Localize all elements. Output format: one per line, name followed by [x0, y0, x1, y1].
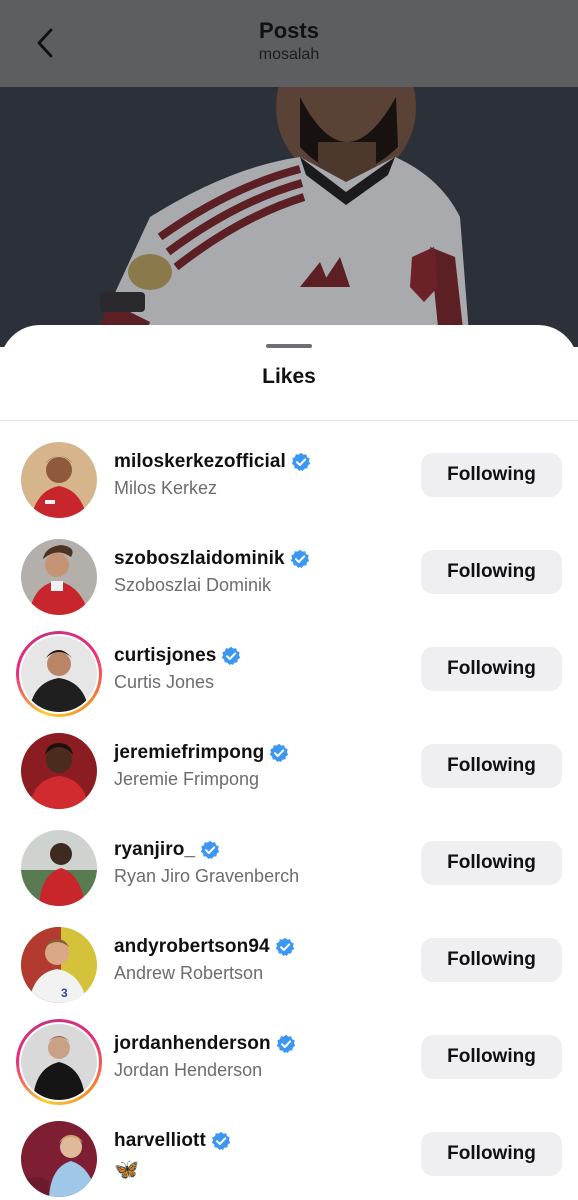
full-name: Szoboszlai Dominik	[114, 575, 272, 595]
avatar-with-story[interactable]	[16, 631, 102, 717]
full-name: Jeremie Frimpong	[114, 769, 260, 789]
avatar[interactable]	[16, 437, 102, 523]
following-button[interactable]: Following	[421, 453, 562, 497]
avatar[interactable]	[16, 534, 102, 620]
username[interactable]: ryanjiro_	[114, 839, 195, 861]
likes-list: miloskerkezofficial Milos Kerkez Followi…	[0, 437, 578, 1200]
username[interactable]: jeremiefrimpong	[114, 742, 264, 764]
full-name: Milos Kerkez	[114, 478, 218, 498]
list-item[interactable]: harvelliott 🦋 Following	[0, 1116, 578, 1200]
list-item[interactable]: jeremiefrimpong Jeremie Frimpong Followi…	[0, 728, 578, 825]
verified-badge-icon	[200, 840, 220, 859]
following-button[interactable]: Following	[421, 938, 562, 982]
username[interactable]: szoboszlaidominik	[114, 548, 285, 570]
following-button[interactable]: Following	[421, 550, 562, 594]
svg-text:3: 3	[61, 986, 68, 1000]
list-item[interactable]: 3 andyrobertson94 Andrew Robertson Follo…	[0, 922, 578, 1019]
verified-badge-icon	[270, 743, 289, 762]
username[interactable]: curtisjones	[114, 645, 216, 667]
divider	[0, 420, 578, 421]
sheet-grabber[interactable]	[266, 344, 312, 348]
verified-badge-icon	[211, 1131, 231, 1150]
list-item[interactable]: curtisjones Curtis Jones Following	[0, 631, 578, 728]
full-name: 🦋	[114, 1159, 139, 1181]
avatar-with-story[interactable]	[16, 1019, 102, 1105]
username[interactable]: andyrobertson94	[114, 936, 270, 958]
verified-badge-icon	[291, 452, 311, 471]
following-button[interactable]: Following	[421, 744, 562, 788]
list-item[interactable]: szoboszlaidominik Szoboszlai Dominik Fol…	[0, 534, 578, 631]
username[interactable]: jordanhenderson	[114, 1033, 271, 1055]
list-item[interactable]: ryanjiro_ Ryan Jiro Gravenberch Followin…	[0, 825, 578, 922]
post-image	[0, 87, 578, 347]
username[interactable]: harvelliott	[114, 1130, 206, 1152]
avatar[interactable]: 3	[16, 922, 102, 1008]
verified-badge-icon	[275, 937, 294, 956]
page-title: Posts	[259, 18, 319, 43]
avatar[interactable]	[16, 825, 102, 911]
full-name: Curtis Jones	[114, 672, 215, 692]
top-bar: Posts mosalah	[0, 0, 578, 87]
following-button[interactable]: Following	[421, 1035, 562, 1079]
list-item[interactable]: miloskerkezofficial Milos Kerkez Followi…	[0, 437, 578, 534]
sheet-title: Likes	[262, 365, 316, 388]
avatar[interactable]	[16, 1116, 102, 1200]
verified-badge-icon	[222, 646, 241, 665]
following-button[interactable]: Following	[421, 841, 562, 885]
username[interactable]: miloskerkezofficial	[114, 451, 286, 473]
page-subtitle: mosalah	[258, 46, 320, 63]
verified-badge-icon	[290, 549, 309, 568]
following-button[interactable]: Following	[421, 1132, 562, 1176]
full-name: Ryan Jiro Gravenberch	[114, 866, 300, 886]
likes-sheet: Likes miloskerkezofficial Milos Kerkez F…	[0, 325, 578, 1200]
avatar[interactable]	[16, 728, 102, 814]
list-item[interactable]: jordanhenderson Jordan Henderson Followi…	[0, 1019, 578, 1116]
full-name: Jordan Henderson	[114, 1060, 263, 1080]
full-name: Andrew Robertson	[114, 963, 264, 983]
verified-badge-icon	[276, 1034, 295, 1053]
following-button[interactable]: Following	[421, 647, 562, 691]
